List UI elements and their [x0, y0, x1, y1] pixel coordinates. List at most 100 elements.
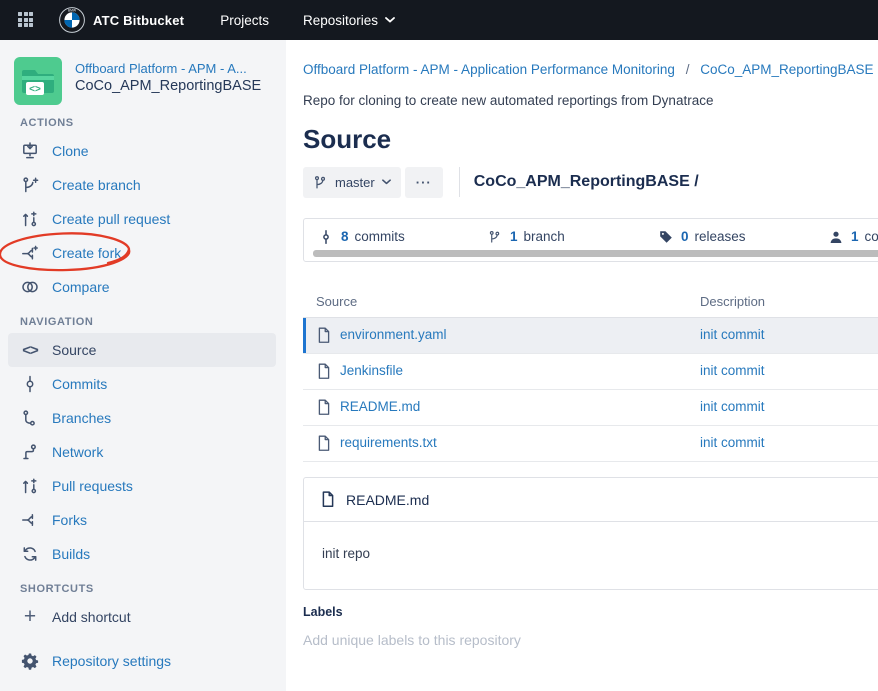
actions-section: ACTIONS Clone Create branch: [0, 117, 286, 304]
stat-label: commits: [355, 229, 405, 244]
breadcrumb: Offboard Platform - APM - Application Pe…: [303, 62, 874, 77]
repo-description: Repo for cloning to create new automated…: [303, 93, 713, 108]
readme-header[interactable]: README.md: [304, 478, 878, 522]
folder-code-icon: <>: [14, 57, 62, 105]
network-icon: [20, 443, 40, 461]
gear-icon: [20, 652, 40, 670]
sidebar-item-clone[interactable]: Clone: [0, 134, 286, 168]
commit-message-link[interactable]: init commit: [700, 435, 765, 450]
sidebar: <> Offboard Platform - APM - A... CoCo_A…: [0, 40, 286, 691]
sidebar-item-label: Pull requests: [52, 478, 133, 494]
file-link[interactable]: Jenkinsfile: [340, 363, 403, 378]
branch-selector-label: master: [335, 175, 375, 190]
commit-message-link[interactable]: init commit: [700, 399, 765, 414]
plus-icon: +: [20, 608, 40, 626]
clone-icon: [20, 142, 40, 160]
column-description: Description: [700, 294, 765, 309]
nav-projects[interactable]: Projects: [220, 13, 269, 28]
person-icon: [829, 230, 843, 244]
top-nav-bar: BMW ATC Bitbucket Projects Repositories: [0, 0, 878, 40]
project-link[interactable]: Offboard Platform - APM - A...: [75, 60, 261, 77]
top-nav-items: Projects Repositories: [220, 13, 395, 28]
compare-icon: [20, 278, 40, 296]
forks-icon: [20, 511, 40, 529]
stat-count: 0: [681, 229, 689, 244]
sidebar-item-create-pull-request[interactable]: Create pull request: [0, 202, 286, 236]
navigation-section-label: NAVIGATION: [20, 316, 286, 329]
file-link[interactable]: requirements.txt: [340, 435, 437, 450]
file-table-header: Source Description: [303, 288, 878, 318]
breadcrumb-separator: /: [679, 62, 697, 77]
repo-path: CoCo_APM_ReportingBASE /: [474, 173, 699, 191]
create-pull-request-icon: [20, 210, 40, 228]
chevron-down-icon: [382, 179, 391, 185]
stat-label: releases: [695, 229, 746, 244]
table-row-readme-md[interactable]: README.md init commit: [303, 390, 878, 426]
stat-commits[interactable]: 8 commits: [319, 229, 405, 244]
commit-message-link[interactable]: init commit: [700, 363, 765, 378]
horizontal-scrollbar[interactable]: [313, 250, 878, 257]
sidebar-item-network[interactable]: Network: [0, 435, 286, 469]
repo-stats-bar: 8 commits 1 branch 0 releases: [303, 218, 878, 262]
sidebar-item-label: Repository settings: [52, 653, 171, 669]
sidebar-item-commits[interactable]: Commits: [0, 367, 286, 401]
file-link[interactable]: environment.yaml: [340, 327, 447, 342]
sidebar-item-builds[interactable]: Builds: [0, 537, 286, 571]
sidebar-item-source[interactable]: <> Source: [8, 333, 276, 367]
source-controls: master ··· CoCo_APM_ReportingBASE /: [303, 166, 699, 198]
sidebar-item-label: Create branch: [52, 177, 141, 193]
navigation-section: NAVIGATION <> Source Commits Branches: [0, 316, 286, 571]
sidebar-item-label: Create fork: [52, 245, 121, 261]
labels-placeholder[interactable]: Add unique labels to this repository: [303, 632, 521, 648]
branch-selector-button[interactable]: master: [303, 167, 401, 198]
column-source: Source: [316, 294, 357, 309]
file-icon: [316, 327, 332, 347]
stat-count: 1: [851, 229, 859, 244]
sidebar-item-label: Clone: [52, 143, 89, 159]
sidebar-item-branches[interactable]: Branches: [0, 401, 286, 435]
branches-icon: [20, 409, 40, 427]
file-icon: [316, 435, 332, 455]
stat-count: 1: [510, 229, 518, 244]
stat-label: branch: [524, 229, 565, 244]
stat-count: 8: [341, 229, 349, 244]
sidebar-item-compare[interactable]: Compare: [0, 270, 286, 304]
breadcrumb-repo-link[interactable]: CoCo_APM_ReportingBASE: [700, 62, 873, 77]
table-row-jenkinsfile[interactable]: Jenkinsfile init commit: [303, 354, 878, 390]
sidebar-item-pull-requests[interactable]: Pull requests: [0, 469, 286, 503]
stat-releases[interactable]: 0 releases: [659, 229, 746, 244]
ellipsis-icon: ···: [416, 175, 432, 190]
sidebar-item-create-branch[interactable]: Create branch: [0, 168, 286, 202]
sidebar-item-add-shortcut[interactable]: + Add shortcut: [0, 600, 286, 634]
sidebar-item-label: Forks: [52, 512, 87, 528]
sidebar-item-label: Source: [52, 342, 96, 358]
commit-message-link[interactable]: init commit: [700, 327, 765, 342]
nav-repositories[interactable]: Repositories: [303, 13, 395, 28]
file-icon: [316, 399, 332, 419]
actions-section-label: ACTIONS: [20, 117, 286, 130]
svg-text:<>: <>: [29, 84, 41, 95]
table-row-requirements-txt[interactable]: requirements.txt init commit: [303, 426, 878, 462]
page-title: Source: [303, 124, 391, 155]
stat-contributors[interactable]: 1 contributor: [829, 229, 878, 244]
sidebar-item-repository-settings[interactable]: Repository settings: [0, 644, 286, 678]
stat-label: contributor: [865, 229, 878, 244]
sidebar-item-forks[interactable]: Forks: [0, 503, 286, 537]
file-link[interactable]: README.md: [340, 399, 420, 414]
main-content: Offboard Platform - APM - Application Pe…: [286, 40, 878, 691]
repo-titles: Offboard Platform - APM - A... CoCo_APM_…: [75, 57, 261, 105]
stat-branches[interactable]: 1 branch: [488, 229, 565, 244]
brand-home-link[interactable]: BMW ATC Bitbucket: [59, 7, 184, 33]
breadcrumb-project-link[interactable]: Offboard Platform - APM - Application Pe…: [303, 62, 675, 77]
commit-icon: [319, 230, 333, 244]
sidebar-item-create-fork[interactable]: Create fork: [0, 236, 286, 270]
file-table: Source Description environment.yaml init…: [303, 288, 878, 462]
app-switcher-icon[interactable]: [18, 12, 34, 28]
sidebar-item-label: Branches: [52, 410, 111, 426]
table-row-environment-yaml[interactable]: environment.yaml init commit: [303, 318, 878, 354]
source-code-icon: <>: [20, 342, 40, 359]
more-options-button[interactable]: ···: [405, 167, 443, 198]
repo-avatar[interactable]: <>: [14, 57, 62, 105]
create-fork-icon: [20, 244, 40, 262]
bmw-logo-icon: BMW: [59, 7, 85, 33]
